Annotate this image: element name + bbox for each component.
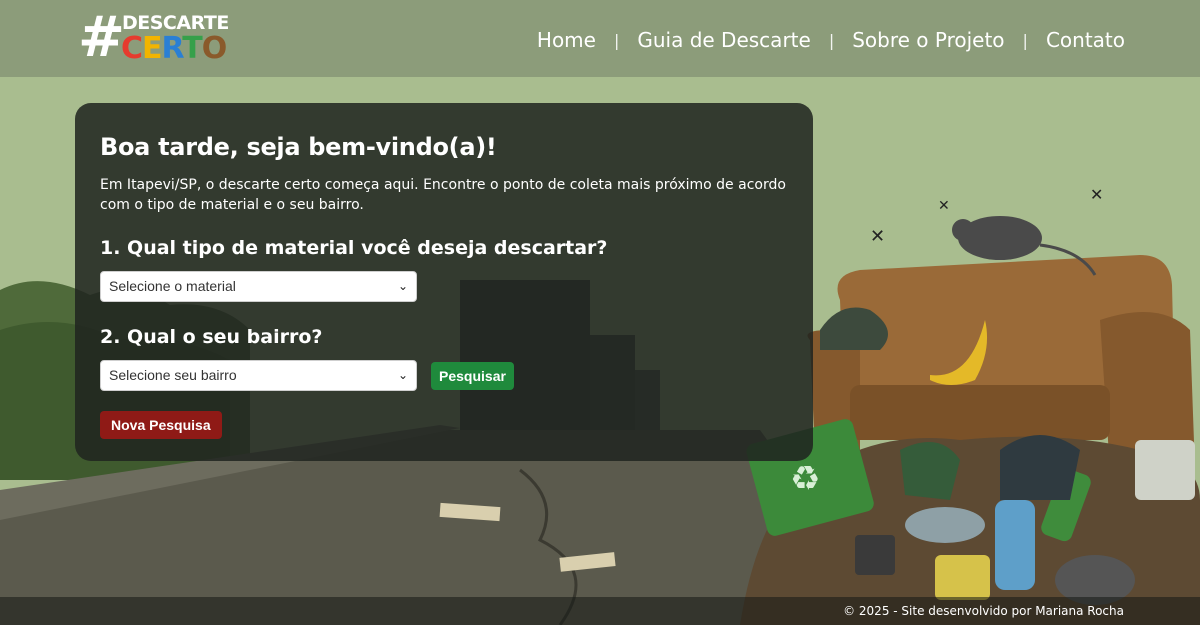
main-nav: Home | Guia de Descarte | Sobre o Projet… bbox=[537, 28, 1125, 52]
material-select-value: Selecione o material bbox=[109, 278, 236, 294]
bairro-question: 2. Qual o seu bairro? bbox=[100, 326, 323, 348]
logo-letter-4: T bbox=[182, 31, 202, 66]
site-header: # DESCARTE CERTO Home | Guia de Descarte… bbox=[0, 0, 1200, 77]
search-card: Boa tarde, seja bem-vindo(a)! Em Itapevi… bbox=[75, 103, 813, 461]
svg-text:♻: ♻ bbox=[790, 459, 820, 499]
logo-bottom-text: CERTO bbox=[121, 31, 227, 66]
svg-text:✕: ✕ bbox=[870, 226, 885, 247]
brand-logo[interactable]: # DESCARTE CERTO bbox=[78, 5, 229, 70]
chevron-down-icon: ⌄ bbox=[397, 368, 408, 382]
logo-letter-2: E bbox=[142, 31, 162, 66]
footer-credit: © 2025 - Site desenvolvido por Mariana R… bbox=[843, 604, 1124, 618]
material-select[interactable]: Selecione o material ⌄ bbox=[100, 271, 417, 302]
nav-guia-de-descarte[interactable]: Guia de Descarte bbox=[637, 28, 810, 52]
nav-separator: | bbox=[828, 30, 835, 50]
search-button[interactable]: Pesquisar bbox=[431, 361, 514, 390]
nav-contato[interactable]: Contato bbox=[1046, 28, 1125, 52]
chevron-down-icon: ⌄ bbox=[397, 279, 408, 293]
nav-sobre-o-projeto[interactable]: Sobre o Projeto bbox=[852, 28, 1004, 52]
intro-text: Em Itapevi/SP, o descarte certo começa a… bbox=[100, 177, 786, 213]
svg-text:✕: ✕ bbox=[1090, 185, 1103, 204]
bairro-select-value: Selecione seu bairro bbox=[109, 367, 237, 383]
material-question: 1. Qual tipo de material você deseja des… bbox=[100, 237, 608, 259]
logo-letter-3: R bbox=[161, 31, 184, 66]
site-footer: © 2025 - Site desenvolvido por Mariana R… bbox=[0, 597, 1200, 625]
nav-separator: | bbox=[613, 30, 620, 50]
new-search-button[interactable]: Nova Pesquisa bbox=[100, 411, 222, 439]
logo-letter-5: O bbox=[201, 31, 227, 66]
logo-hash: # bbox=[78, 5, 125, 70]
nav-home[interactable]: Home bbox=[537, 28, 596, 52]
welcome-title: Boa tarde, seja bem-vindo(a)! bbox=[100, 133, 497, 161]
logo-letter-1: C bbox=[121, 31, 143, 66]
bairro-select[interactable]: Selecione seu bairro ⌄ bbox=[100, 360, 417, 391]
svg-text:✕: ✕ bbox=[938, 198, 950, 214]
nav-separator: | bbox=[1022, 30, 1028, 50]
